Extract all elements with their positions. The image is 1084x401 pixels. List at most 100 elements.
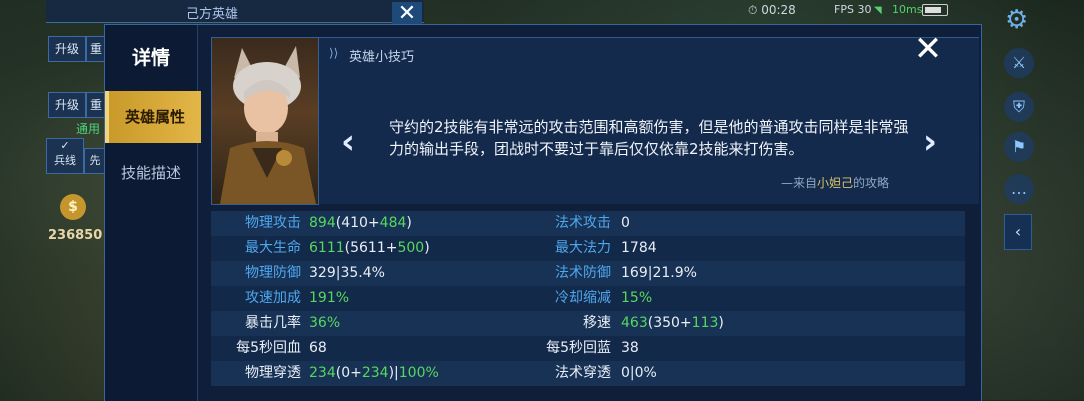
stat-value-part: 894 xyxy=(309,215,336,231)
stat-value-part: 68 xyxy=(309,340,327,356)
stat-value: 38 xyxy=(621,336,639,361)
chevron-right-icon[interactable]: › xyxy=(923,122,937,162)
close-icon[interactable]: ✕ xyxy=(392,2,422,26)
stat-value: 0|0% xyxy=(621,361,657,386)
stat-value-part: 234 xyxy=(309,365,336,381)
stat-value-part: 36% xyxy=(309,315,341,331)
stat-value-part: 38 xyxy=(621,340,639,356)
tab-hero-attributes[interactable]: 英雄属性 xyxy=(105,91,201,143)
stat-label[interactable]: 物理攻击 xyxy=(211,211,301,236)
tab-skill-description[interactable]: 技能描述 xyxy=(105,147,197,199)
stat-row: 攻速加成 191% 冷却缩减 15% xyxy=(211,286,965,311)
team-label: 己方英雄 xyxy=(186,7,239,22)
fps-readout: FPS 30 xyxy=(834,3,872,16)
stat-label[interactable]: 攻速加成 xyxy=(211,286,301,311)
flag-icon[interactable]: ⚑ xyxy=(1004,132,1034,162)
first-button[interactable]: 先 xyxy=(84,148,106,174)
stat-value-part: (410+ xyxy=(335,215,380,231)
stat-value: 36% xyxy=(309,311,340,336)
stats-table: 物理攻击 894(410+484) 法术攻击 0 最大生命 6111(5611+500) 最… xyxy=(211,211,965,386)
close-icon[interactable]: ✕ xyxy=(905,29,951,69)
team-header: 己方英雄 xyxy=(46,0,424,23)
stat-value: 463(350+113) xyxy=(621,311,724,336)
stat-value: 234(0+234)|100% xyxy=(309,361,439,386)
stat-label: 每5秒回血 xyxy=(236,340,301,356)
sword-icon[interactable]: ⚔ xyxy=(1004,48,1034,78)
battery-icon xyxy=(922,4,948,16)
gear-icon[interactable]: ⚙ xyxy=(1005,5,1028,35)
stat-row: 物理攻击 894(410+484) 法术攻击 0 xyxy=(211,211,965,236)
chevron-left-icon[interactable]: ‹ xyxy=(341,122,355,162)
stat-label[interactable]: 冷却缩减 xyxy=(521,286,611,311)
stat-value: 6111(5611+500) xyxy=(309,236,430,261)
stat-value-part: ) xyxy=(406,215,412,231)
check-icon: ✓ xyxy=(60,139,70,152)
stat-row: 物理穿透 234(0+234)|100% 法术穿透 0|0% xyxy=(211,361,965,386)
stat-value-part: (5611+ xyxy=(344,240,398,256)
money-bag-icon: $ xyxy=(60,194,86,220)
reset-button[interactable]: 重 xyxy=(86,92,106,118)
stat-label[interactable]: 法术攻击 xyxy=(521,211,611,236)
hero-tips-box: ⟩⟩ 英雄小技巧 ‹ 守约的2技能有非常远的攻击范围和高额伤害，但是他的普通攻击… xyxy=(319,37,979,204)
stat-value-part: 191% xyxy=(309,290,350,306)
timer-value: 00:28 xyxy=(761,3,796,17)
stat-label: 每5秒回蓝 xyxy=(546,340,611,356)
stat-value: 329|35.4% xyxy=(309,261,385,286)
source-prefix: —来自 xyxy=(780,176,817,190)
stat-label[interactable]: 最大法力 xyxy=(521,236,611,261)
tips-title: 英雄小技巧 xyxy=(349,50,415,65)
source-author[interactable]: 小妲己 xyxy=(817,176,853,190)
stat-value-part: 500 xyxy=(397,240,425,256)
stat-value: 15% xyxy=(621,286,652,311)
stat-value: 68 xyxy=(309,336,327,361)
general-label: 通用 xyxy=(76,122,101,136)
wifi-icon: ◥ xyxy=(874,5,882,16)
stat-label: 暴击几率 xyxy=(245,315,301,331)
stat-row: 每5秒回血 68 每5秒回蓝 38 xyxy=(211,336,965,361)
stat-value-part: 169|21.9% xyxy=(621,265,697,281)
gold-amount: 236850 xyxy=(48,228,103,243)
stat-value-part: 15% xyxy=(621,290,653,306)
stat-row: 最大生命 6111(5611+500) 最大法力 1784 xyxy=(211,236,965,261)
stat-value-part: (350+ xyxy=(647,315,692,331)
stat-value-part: 1784 xyxy=(621,240,657,256)
stat-label[interactable]: 物理防御 xyxy=(211,261,301,286)
stat-value-part: )| xyxy=(388,365,399,381)
ping-readout: 10ms xyxy=(892,3,923,16)
stat-label: 法术穿透 xyxy=(555,365,611,381)
reset-button[interactable]: 重 xyxy=(86,36,106,62)
stat-value-part: 234 xyxy=(361,365,389,381)
match-timer: ⏱ 00:28 xyxy=(748,3,796,17)
stat-row: 暴击几率 36% 移速 463(350+113) xyxy=(211,311,965,336)
source-suffix: 的攻略 xyxy=(852,176,889,190)
stat-value-part: 100% xyxy=(398,365,439,381)
stat-value: 1784 xyxy=(621,236,657,261)
chevron-left-icon[interactable]: ‹ xyxy=(1004,214,1032,250)
chat-icon[interactable]: … xyxy=(1004,174,1034,204)
stat-value-part: 6111 xyxy=(309,240,345,256)
stat-label[interactable]: 最大生命 xyxy=(211,236,301,261)
stat-label[interactable]: 法术防御 xyxy=(521,261,611,286)
shield-icon[interactable]: ⛨ xyxy=(1004,92,1034,122)
stat-value: 191% xyxy=(309,286,349,311)
stat-value-part: 463 xyxy=(621,315,648,331)
upgrade-button[interactable]: 升级 xyxy=(48,36,86,62)
stat-row: 物理防御 329|35.4% 法术防御 169|21.9% xyxy=(211,261,965,286)
tips-marker-icon: ⟩⟩ xyxy=(329,46,339,60)
hero-detail-panel: 详情 英雄属性 技能描述 ⟩⟩ 英雄小技巧 ‹ 守约的2技能有非常远的攻击范围和… xyxy=(104,24,982,401)
tips-text: 守约的2技能有非常远的攻击范围和高额伤害，但是他的普通攻击同样是非常强力的输出手… xyxy=(389,118,909,158)
stat-value-part: ) xyxy=(718,315,724,331)
stat-value-part: 0 xyxy=(621,215,630,231)
stat-label: 物理穿透 xyxy=(245,365,301,381)
detail-nav: 详情 英雄属性 技能描述 xyxy=(105,25,201,401)
upgrade-button[interactable]: 升级 xyxy=(48,92,86,118)
stat-label: 移速 xyxy=(583,315,611,331)
stat-value-part: 0|0% xyxy=(621,365,657,381)
stat-value-part: (0+ xyxy=(335,365,362,381)
stat-value-part: ) xyxy=(424,240,430,256)
minion-button[interactable]: ✓ 兵线 xyxy=(46,138,84,174)
minion-label: 兵线 xyxy=(54,154,76,167)
tips-source: —来自小妲己的攻略 xyxy=(781,174,889,191)
stat-value-part: 113 xyxy=(691,315,719,331)
panel-title: 详情 xyxy=(131,47,170,69)
